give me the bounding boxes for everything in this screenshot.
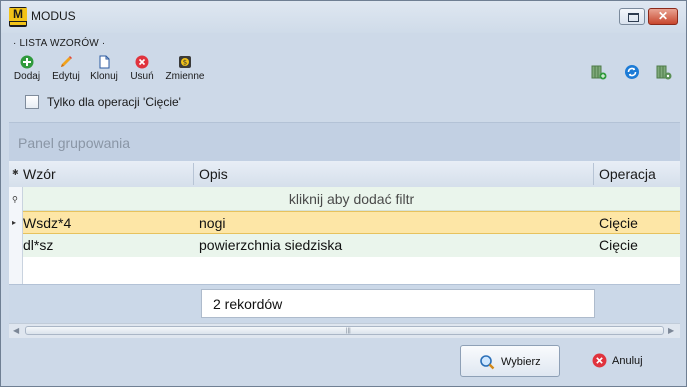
svg-text:$: $ [183, 59, 187, 67]
filter-row-placeholder: kliknij aby dodać filtr [288, 191, 415, 207]
add-button[interactable]: Dodaj [12, 55, 42, 82]
variables-button[interactable]: $ Zmienne [163, 55, 207, 82]
delete-icon [135, 55, 149, 69]
table-row[interactable]: dl*sz powierzchnia siedziska Cięcie [23, 234, 680, 257]
select-button[interactable]: Wybierz [460, 345, 560, 377]
variables-button-label: Zmienne [165, 71, 205, 82]
delete-button-label: Usuń [130, 71, 154, 82]
column-header-opis[interactable]: Opis [199, 166, 228, 182]
ribbon-group-label: · LISTA WZORÓW · [13, 38, 106, 49]
window-title: MODUS [31, 9, 76, 23]
grid-header: ✱ Wzór Opis Operacja [9, 161, 680, 188]
scrollbar-thumb[interactable]: ||| [25, 326, 664, 335]
variables-icon: $ [179, 56, 191, 68]
clone-button[interactable]: Klonuj [90, 55, 118, 82]
horizontal-scrollbar[interactable]: ◀ ||| ▶ [9, 323, 680, 338]
grid-settings-icon[interactable] [656, 64, 672, 80]
row-indicator-column: ⚲ ▸ [9, 187, 23, 284]
operation-filter-checkbox[interactable] [25, 95, 39, 109]
restore-button[interactable] [619, 8, 645, 25]
table-row[interactable]: Wsdz*4 nogi Cięcie [23, 211, 680, 234]
search-icon [480, 355, 495, 370]
add-button-label: Dodaj [13, 71, 41, 82]
data-grid: ✱ Wzór Opis Operacja ⚲ ▸ kliknij aby dod… [9, 161, 680, 284]
column-header-wzor[interactable]: Wzór [23, 166, 56, 182]
column-header-operacja[interactable]: Operacja [599, 166, 656, 182]
cancel-icon [592, 353, 607, 368]
document-icon [99, 55, 110, 69]
select-button-label: Wybierz [501, 356, 541, 368]
scrollbar-grip-icon: ||| [346, 328, 351, 334]
app-logo-letter: M [9, 8, 27, 21]
grid-footer: 2 rekordów [9, 284, 680, 323]
cell-wzor: Wsdz*4 [23, 215, 72, 231]
cell-operacja: Cięcie [599, 215, 638, 231]
record-count-box: 2 rekordów [201, 289, 595, 318]
cell-opis: nogi [199, 215, 226, 231]
grid-add-icon[interactable] [591, 64, 607, 80]
column-chooser-icon[interactable]: ✱ [12, 168, 19, 177]
dialog-button-bar: Wybierz Anuluj [1, 338, 686, 386]
main-window: M MODUS ✕ · LISTA WZORÓW · Dodaj Edytuj … [0, 0, 687, 387]
scroll-right-icon[interactable]: ▶ [668, 326, 674, 335]
record-count: 2 rekordów [213, 296, 283, 312]
scroll-left-icon[interactable]: ◀ [13, 326, 19, 335]
title-bar: M MODUS ✕ [1, 1, 686, 33]
cell-opis: powierzchnia siedziska [199, 237, 343, 253]
cell-wzor: dl*sz [23, 237, 54, 253]
filter-row-icon: ⚲ [12, 195, 18, 204]
app-logo-icon: M [9, 7, 27, 27]
pencil-icon [61, 56, 72, 67]
refresh-icon[interactable] [624, 64, 640, 80]
add-icon [20, 55, 34, 69]
grouping-panel[interactable]: Panel grupowania [9, 122, 680, 161]
cancel-button[interactable]: Anuluj [587, 345, 667, 377]
current-row-indicator-icon: ▸ [12, 218, 17, 227]
cell-operacja: Cięcie [599, 237, 638, 253]
edit-button[interactable]: Edytuj [51, 55, 81, 82]
grouping-panel-placeholder: Panel grupowania [18, 135, 131, 151]
delete-button[interactable]: Usuń [128, 55, 156, 82]
operation-filter-label: Tylko dla operacji 'Cięcie' [47, 95, 181, 109]
filter-row[interactable]: kliknij aby dodać filtr [23, 187, 680, 211]
cancel-button-label: Anuluj [612, 355, 643, 367]
edit-button-label: Edytuj [52, 71, 80, 82]
clone-button-label: Klonuj [90, 71, 118, 82]
close-button[interactable]: ✕ [648, 8, 678, 25]
